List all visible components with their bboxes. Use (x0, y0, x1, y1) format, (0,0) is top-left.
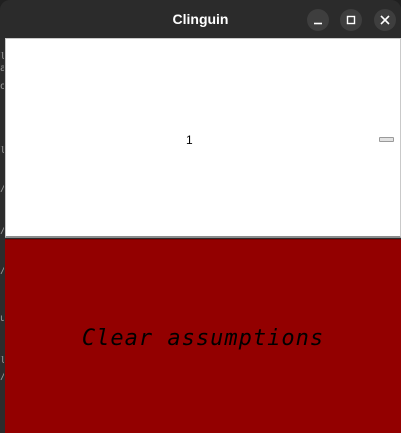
minimize-icon (314, 22, 322, 25)
assumption-value: 1 (186, 133, 193, 147)
glimpse-char: l (0, 356, 4, 366)
clear-assumptions-button[interactable]: Clear assumptions (5, 239, 401, 433)
glimpse-char: / (0, 226, 4, 236)
window-content: 1 Clear assumptions (5, 38, 401, 433)
scroll-handle[interactable] (379, 137, 394, 142)
glimpse-char: o (0, 82, 4, 92)
maximize-button[interactable] (340, 9, 362, 31)
close-icon (380, 15, 390, 25)
assumptions-panel: 1 (5, 38, 401, 238)
glimpse-char: u (0, 314, 4, 324)
glimpse-char: l (0, 146, 4, 156)
close-button[interactable] (374, 9, 396, 31)
glimpse-char: l (0, 52, 4, 62)
glimpse-char: a (0, 64, 4, 74)
glimpse-char: / (0, 372, 4, 382)
clear-assumptions-label: Clear assumptions (81, 326, 325, 351)
glimpse-char: / (0, 266, 4, 276)
app-window: l a o l / / / u l / Clinguin (0, 0, 401, 433)
minimize-button[interactable] (307, 9, 329, 31)
title-bar[interactable]: Clinguin (0, 0, 401, 38)
maximize-icon (346, 15, 356, 25)
glimpse-char: / (0, 184, 4, 194)
